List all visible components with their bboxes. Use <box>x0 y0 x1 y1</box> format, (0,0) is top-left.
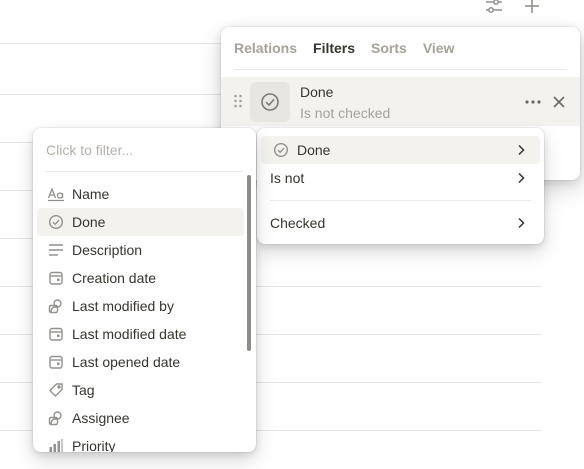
text-icon <box>47 185 65 203</box>
table-row-divider <box>0 190 33 191</box>
table-row-divider <box>0 94 221 95</box>
tabs-divider <box>234 69 567 70</box>
property-item-last-modified-date[interactable]: Last modified date <box>37 320 244 348</box>
property-item-creation-date[interactable]: Creation date <box>37 264 244 292</box>
close-icon[interactable] <box>549 92 569 112</box>
filter-condition-text: Is not checked <box>300 105 391 121</box>
bar-chart-icon <box>47 437 65 452</box>
person-icon <box>47 297 65 315</box>
property-item-label: Priority <box>72 438 116 452</box>
drag-handle-icon[interactable] <box>233 94 243 108</box>
property-selector[interactable]: Done <box>261 136 540 164</box>
property-selector-label: Done <box>297 142 331 158</box>
scrollbar-thumb[interactable] <box>247 175 251 351</box>
property-item-label: Assignee <box>72 410 130 426</box>
calendar-icon <box>47 325 65 343</box>
condition-menu: Done Is not Checked <box>257 128 544 244</box>
property-item-label: Description <box>72 242 143 258</box>
tab-view[interactable]: View <box>423 40 455 56</box>
calendar-icon <box>47 269 65 287</box>
chevron-right-icon <box>514 143 528 157</box>
tab-relations[interactable]: Relations <box>234 40 297 56</box>
property-item-last-modified-by[interactable]: Last modified by <box>37 292 244 320</box>
checkbox-circle-icon <box>273 142 289 158</box>
calendar-icon <box>47 353 65 371</box>
property-item-name[interactable]: Name <box>37 180 244 208</box>
property-search-input[interactable] <box>46 142 236 158</box>
property-item-priority[interactable]: Priority <box>37 432 244 452</box>
property-item-tag[interactable]: Tag <box>37 376 244 404</box>
checkbox-circle-icon <box>250 82 290 122</box>
chevron-right-icon <box>514 171 528 185</box>
operator-selector[interactable]: Is not <box>261 164 540 192</box>
filter-settings-icon[interactable] <box>483 0 505 18</box>
more-options-icon[interactable] <box>523 92 543 112</box>
filter-property-name: Done <box>300 84 334 100</box>
checkbox-circle-icon <box>47 213 65 231</box>
property-item-label: Name <box>72 186 110 202</box>
table-row-divider <box>0 43 221 44</box>
property-item-label: Creation date <box>72 270 157 286</box>
tab-sorts[interactable]: Sorts <box>371 40 407 56</box>
table-row-divider <box>0 238 33 239</box>
property-item-label: Last modified by <box>72 298 174 314</box>
plus-icon[interactable] <box>521 0 543 18</box>
chevron-right-icon <box>514 216 528 230</box>
property-item-label: Tag <box>72 382 95 398</box>
property-item-done[interactable]: Done <box>37 208 244 236</box>
property-item-description[interactable]: Description <box>37 236 244 264</box>
filter-rule-row[interactable]: Done Is not checked <box>221 77 580 126</box>
property-item-label: Last opened date <box>72 354 181 370</box>
lines-icon <box>47 241 65 259</box>
value-selector[interactable]: Checked <box>261 209 540 237</box>
property-picker: Name Done Description <box>33 128 256 452</box>
database-view: Relations Filters Sorts View Done Is not… <box>0 0 584 469</box>
property-item-label: Done <box>72 214 106 230</box>
value-selector-label: Checked <box>270 215 326 231</box>
tab-filters[interactable]: Filters <box>313 40 355 56</box>
picker-divider <box>46 171 243 172</box>
property-item-assignee[interactable]: Assignee <box>37 404 244 432</box>
operator-selector-label: Is not <box>270 170 305 186</box>
table-row-divider <box>0 142 33 143</box>
property-list: Name Done Description Creation date Last… <box>37 180 244 452</box>
menu-divider <box>270 200 531 201</box>
panel-tabs: Relations Filters Sorts View <box>234 40 454 56</box>
person-icon <box>47 409 65 427</box>
tag-icon <box>47 381 65 399</box>
property-item-last-opened-date[interactable]: Last opened date <box>37 348 244 376</box>
property-item-label: Last modified date <box>72 326 187 342</box>
